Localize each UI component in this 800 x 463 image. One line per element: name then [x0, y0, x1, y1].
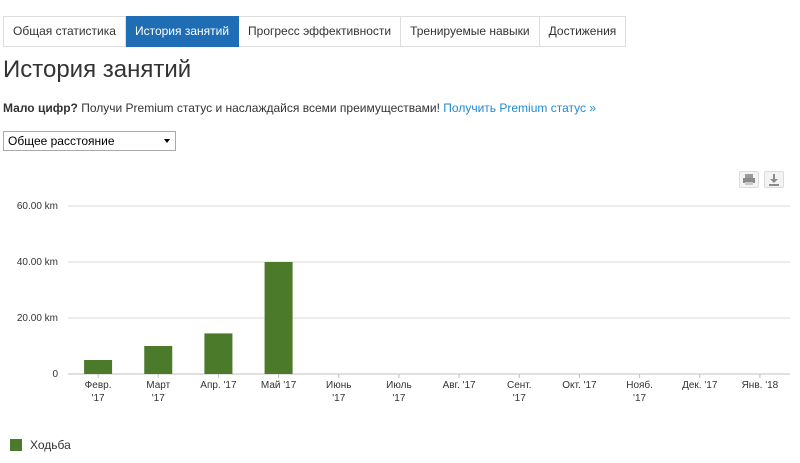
x-tick-label: Март '17: [146, 380, 170, 404]
premium-link[interactable]: Получить Premium статус »: [443, 101, 596, 115]
legend-item-walking[interactable]: Ходьба: [10, 438, 71, 452]
distance-bar-chart: 60.00 km 40.00 km 20.00 km 0 Февр. '17 Март '17…: [17, 201, 790, 404]
metric-select-value: Общее расстояние: [8, 134, 115, 148]
tab-achievements[interactable]: Достижения: [539, 16, 627, 47]
x-tick-label: Янв. '18: [742, 380, 779, 391]
tab-efficiency-progress[interactable]: Прогресс эффективности: [239, 16, 402, 47]
y-tick-label: 40.00 km: [17, 257, 58, 268]
y-tick-label: 20.00 km: [17, 313, 58, 324]
page-title: История занятий: [3, 56, 192, 83]
legend-label: Ходьба: [30, 438, 71, 452]
x-tick-label: Февр. '17: [85, 380, 112, 404]
bar[interactable]: [204, 333, 233, 374]
download-button[interactable]: [764, 171, 784, 188]
legend-swatch: [10, 439, 22, 451]
download-icon: [769, 174, 779, 186]
x-tick-label: Июнь '17: [326, 380, 351, 404]
tab-trained-skills[interactable]: Тренируемые навыки: [401, 16, 540, 47]
x-tick-label: Июль '17: [386, 380, 412, 404]
promo-text: Получи Premium статус и наслаждайся всем…: [77, 101, 444, 115]
printer-icon: [743, 174, 755, 185]
x-tick-label: Май '17: [261, 380, 297, 391]
promo-bold-text: Мало цифр?: [3, 101, 78, 115]
bar[interactable]: [84, 360, 113, 374]
y-tick-label: 0: [52, 369, 58, 380]
x-tick-label: Авг. '17: [443, 380, 476, 391]
tab-general-stats[interactable]: Общая статистика: [3, 16, 126, 47]
x-tick-label: Дек. '17: [682, 380, 718, 391]
premium-promo: Мало цифр? Получи Premium статус и насла…: [3, 101, 596, 115]
x-tick-label: Сент. '17: [507, 380, 532, 404]
bar[interactable]: [144, 346, 173, 374]
metric-select[interactable]: Общее расстояние: [3, 131, 176, 151]
x-tick-label: Окт. '17: [562, 380, 597, 391]
tab-activity-history[interactable]: История занятий: [125, 16, 240, 47]
bar[interactable]: [264, 262, 293, 374]
chevron-down-icon: [164, 139, 170, 143]
tab-bar: Общая статистика История занятий Прогрес…: [3, 16, 627, 47]
print-button[interactable]: [739, 171, 759, 188]
x-tick-label: Нояб. '17: [626, 379, 653, 404]
x-tick-label: Апр. '17: [200, 380, 237, 391]
y-tick-label: 60.00 km: [17, 201, 58, 212]
